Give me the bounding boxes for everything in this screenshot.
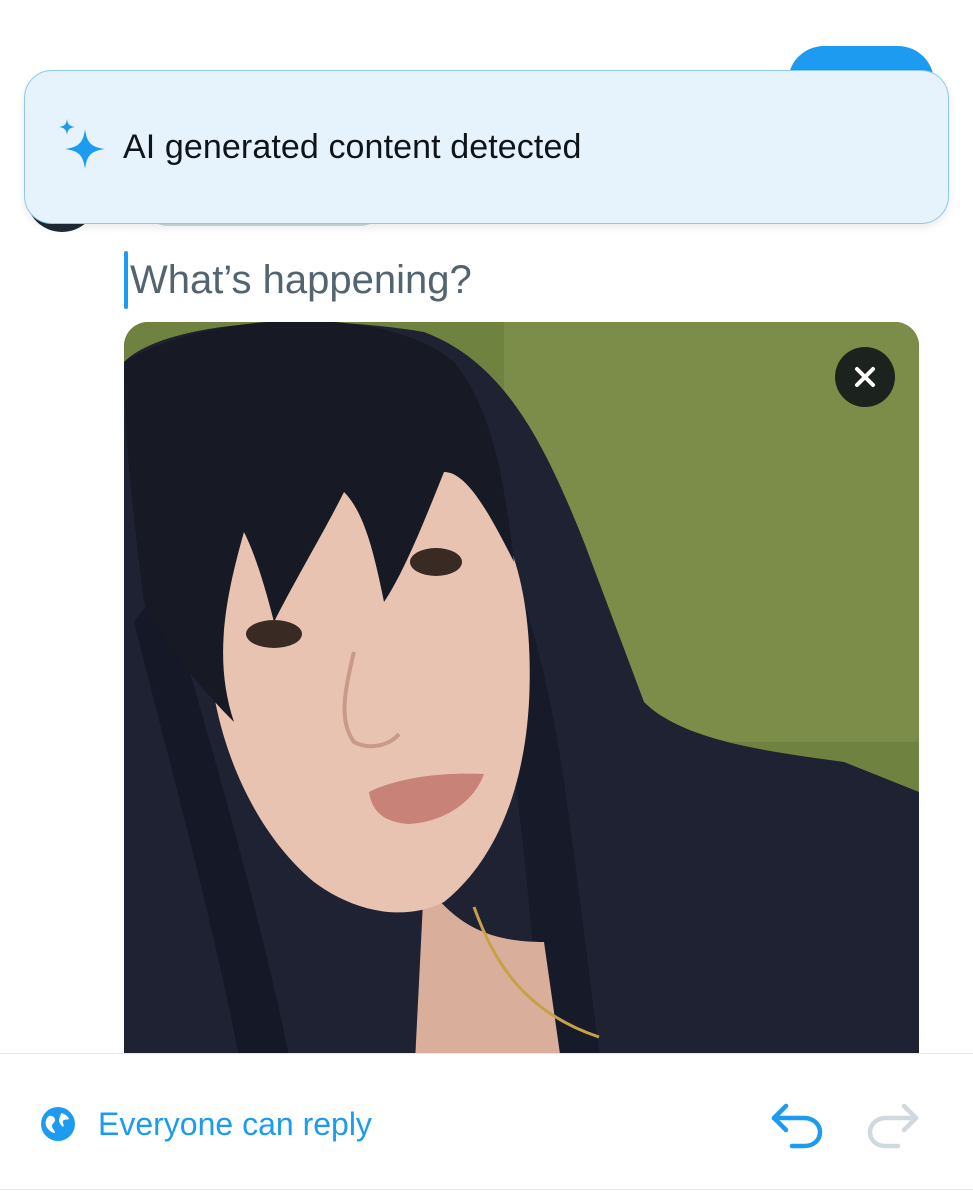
photo-image <box>124 322 919 1082</box>
remove-media-button[interactable] <box>835 347 895 407</box>
undo-icon[interactable] <box>768 1098 826 1150</box>
ai-content-toast: AI generated content detected <box>24 70 949 224</box>
footer-divider <box>0 1188 973 1190</box>
globe-icon <box>41 1107 75 1141</box>
text-caret <box>124 251 128 309</box>
redo-icon <box>867 1103 919 1149</box>
compose-screen: AI generated content detected What’s hap… <box>0 0 973 1200</box>
close-icon <box>855 367 875 387</box>
compose-area[interactable] <box>124 250 830 310</box>
sparkle-icon <box>59 119 105 169</box>
toast-message: AI generated content detected <box>123 127 582 166</box>
reply-setting-label: Everyone can reply <box>98 1105 372 1142</box>
reply-setting-button[interactable]: Everyone can reply <box>40 1104 372 1144</box>
compose-input[interactable] <box>130 257 830 303</box>
attached-photo <box>124 322 919 1082</box>
compose-footer: Everyone can reply <box>0 1053 973 1200</box>
